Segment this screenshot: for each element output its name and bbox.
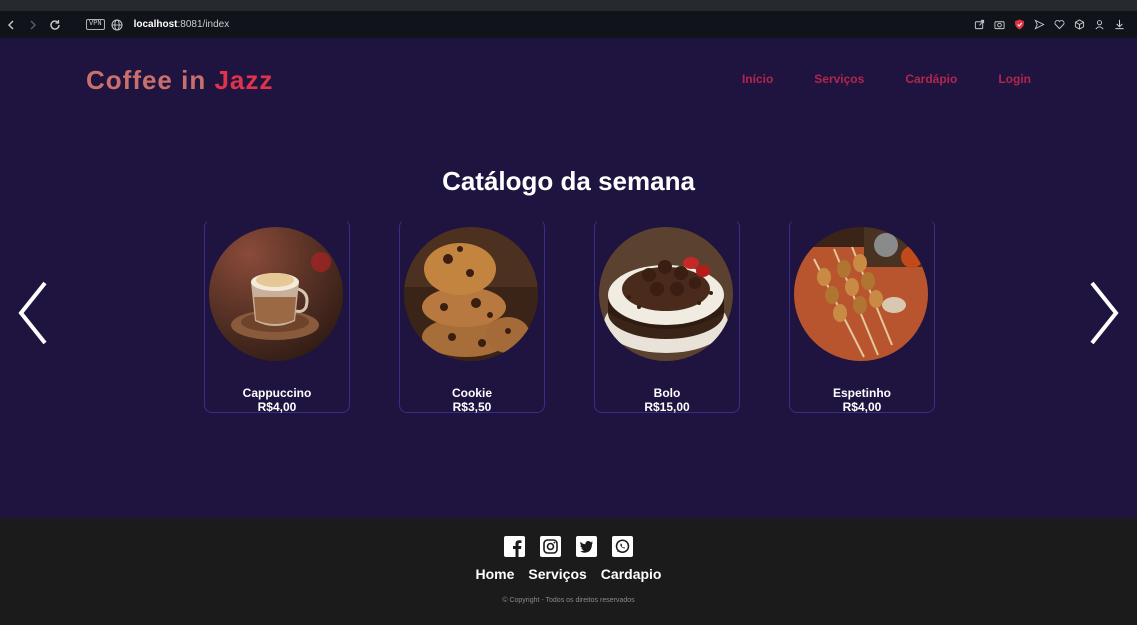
url-host: localhost — [133, 19, 178, 30]
site-footer: Home Serviços Cardapio © Copyright - Tod… — [0, 518, 1137, 625]
facebook-icon[interactable] — [504, 536, 525, 557]
skewer-image — [794, 227, 928, 361]
footer-links: Home Serviços Cardapio — [0, 566, 1137, 582]
footer-link-servicos[interactable]: Serviços — [528, 566, 586, 582]
product-card[interactable]: Cookie R$3,50 — [399, 219, 545, 414]
cake-image — [599, 227, 733, 361]
product-price: R$15,00 — [644, 400, 690, 414]
footer-link-cardapio[interactable]: Cardapio — [601, 566, 662, 582]
product-name: Espetinho — [832, 386, 891, 400]
instagram-icon[interactable] — [540, 536, 561, 557]
product-price: R$3,50 — [452, 400, 492, 414]
nav-link-login[interactable]: Login — [998, 72, 1031, 86]
globe-icon — [111, 19, 123, 30]
nav-link-servicos[interactable]: Serviços — [814, 72, 864, 86]
reload-icon — [50, 19, 60, 30]
product-name: Bolo — [653, 386, 681, 400]
account-icon[interactable] — [1094, 19, 1105, 30]
camera-icon[interactable] — [994, 19, 1005, 30]
product-card[interactable]: Cappuccino R$4,00 — [204, 219, 350, 414]
chevron-left-icon — [8, 20, 14, 29]
forward-button[interactable] — [22, 14, 44, 36]
send-icon[interactable] — [1034, 19, 1045, 30]
site-logo[interactable]: Coffee in Jazz — [86, 65, 273, 96]
copyright-text: © Copyright - Todos os direitos reservad… — [502, 597, 635, 604]
nav-link-cardapio[interactable]: Cardápio — [905, 72, 957, 86]
whatsapp-icon[interactable] — [612, 536, 633, 557]
product-price: R$4,00 — [257, 400, 297, 414]
nav-link-inicio[interactable]: Início — [742, 72, 773, 86]
reload-button[interactable] — [44, 14, 66, 36]
browser-top-strip — [0, 0, 1137, 11]
cube-icon[interactable] — [1074, 19, 1085, 30]
product-card[interactable]: Bolo R$15,00 — [594, 219, 740, 414]
address-bar[interactable]: localhost:8081/index — [134, 19, 230, 30]
heart-icon[interactable] — [1054, 19, 1065, 30]
vpn-badge[interactable]: VPN — [86, 19, 105, 30]
twitter-icon[interactable] — [576, 536, 597, 557]
cappuccino-image — [209, 227, 343, 361]
product-card[interactable]: Espetinho R$4,00 — [789, 219, 935, 414]
main-nav: Início Serviços Cardápio Login — [742, 72, 1031, 86]
footer-link-home[interactable]: Home — [476, 566, 515, 582]
product-name: Cappuccino — [242, 386, 312, 400]
product-price: R$4,00 — [842, 400, 882, 414]
url-path: :8081/index — [177, 19, 230, 30]
browser-actions — [974, 11, 1125, 38]
cookie-image — [404, 227, 538, 361]
logo-text-part2: Jazz — [214, 65, 274, 95]
browser-toolbar: VPN localhost:8081/index — [0, 11, 1137, 38]
back-button[interactable] — [0, 14, 22, 36]
product-name: Cookie — [451, 386, 492, 400]
carousel-prev-icon[interactable] — [15, 280, 51, 346]
logo-text-part1: Coffee in — [86, 65, 215, 95]
shield-icon[interactable] — [1014, 19, 1025, 30]
catalog-title: Catálogo da semana — [442, 166, 695, 196]
site-page: Coffee in Jazz Início Serviços Cardápio … — [0, 38, 1137, 518]
carousel-next-icon[interactable] — [1086, 280, 1122, 346]
catalog-carousel: Cappuccino R$4,00 Cookie R$3,50 Bolo R$1… — [204, 219, 935, 414]
chevron-right-icon — [30, 20, 36, 29]
download-icon[interactable] — [1114, 19, 1125, 30]
social-links — [504, 536, 633, 557]
share-icon[interactable] — [974, 19, 985, 30]
